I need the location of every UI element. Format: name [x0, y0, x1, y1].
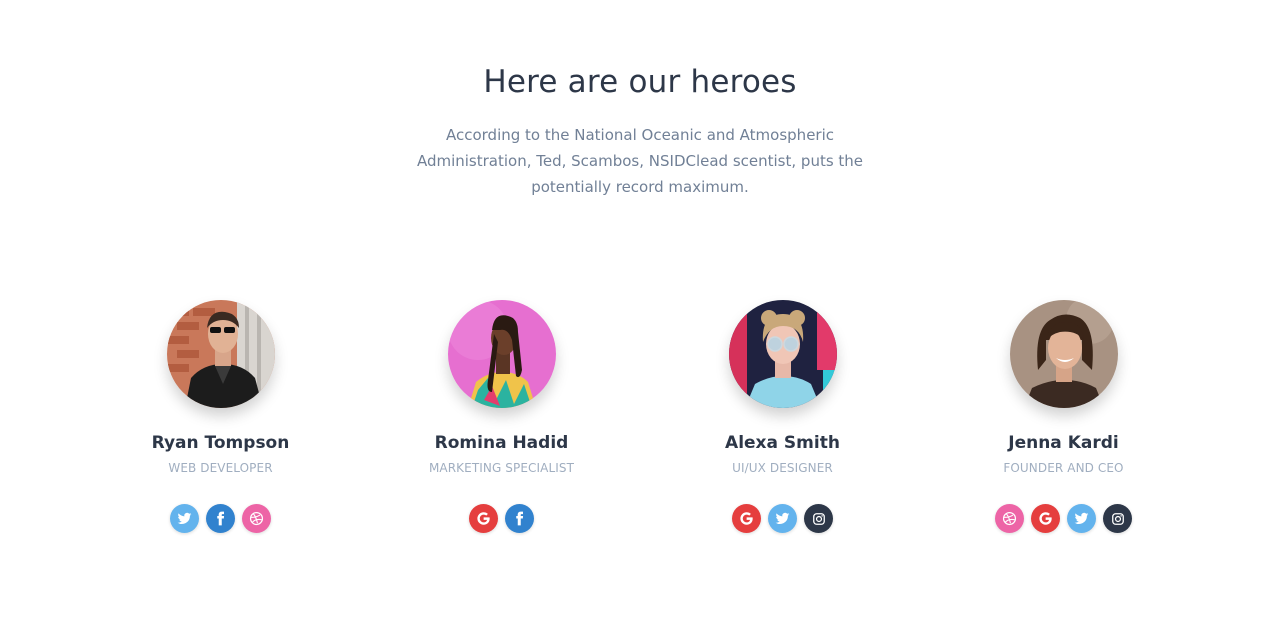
avatar [166, 300, 275, 408]
facebook-button[interactable] [206, 504, 235, 533]
team-member-card: Alexa Smith UI/UX Designer [642, 300, 923, 533]
member-name: Ryan Tompson [151, 433, 290, 453]
google-button[interactable] [732, 504, 761, 533]
team-member-card: Jenna Kardi Founder and CEO [923, 300, 1204, 533]
social-links [469, 504, 534, 533]
facebook-button[interactable] [505, 504, 534, 533]
avatar [1009, 300, 1118, 408]
google-button[interactable] [469, 504, 498, 533]
twitter-button[interactable] [1067, 504, 1096, 533]
google-icon [1039, 512, 1052, 525]
member-name: Jenna Kardi [1008, 433, 1119, 453]
twitter-button[interactable] [170, 504, 199, 533]
google-button[interactable] [1031, 504, 1060, 533]
member-role: Marketing Specialist [428, 461, 575, 475]
instagram-button[interactable] [1103, 504, 1132, 533]
instagram-button[interactable] [804, 504, 833, 533]
team-grid: Ryan Tompson Web Developer [80, 300, 1204, 533]
dribbble-icon [1002, 511, 1017, 526]
social-links [170, 504, 271, 533]
instagram-icon [1111, 512, 1124, 525]
team-section: Here are our heroes According to the Nat… [0, 0, 1280, 640]
section-title: Here are our heroes [483, 64, 797, 100]
social-links [995, 504, 1132, 533]
google-icon [477, 512, 490, 525]
facebook-icon [217, 511, 225, 526]
member-name: Romina Hadid [434, 433, 569, 453]
dribbble-icon [249, 511, 264, 526]
member-role: Founder and CEO [1003, 461, 1124, 475]
dribbble-button[interactable] [995, 504, 1024, 533]
twitter-icon [775, 512, 790, 524]
twitter-icon [177, 512, 192, 524]
member-name: Alexa Smith [725, 433, 840, 453]
section-subtitle: According to the National Oceanic and At… [416, 126, 864, 196]
member-role: UI/UX Designer [732, 461, 833, 475]
social-links [732, 504, 833, 533]
member-role: Web Developer [168, 461, 273, 475]
avatar [728, 300, 837, 408]
team-member-card: Ryan Tompson Web Developer [80, 300, 361, 533]
google-icon [740, 512, 753, 525]
twitter-button[interactable] [768, 504, 797, 533]
instagram-icon [812, 512, 825, 525]
dribbble-button[interactable] [242, 504, 271, 533]
twitter-icon [1074, 512, 1089, 524]
avatar [447, 300, 556, 408]
team-member-card: Romina Hadid Marketing Specialist [361, 300, 642, 533]
facebook-icon [516, 511, 524, 526]
